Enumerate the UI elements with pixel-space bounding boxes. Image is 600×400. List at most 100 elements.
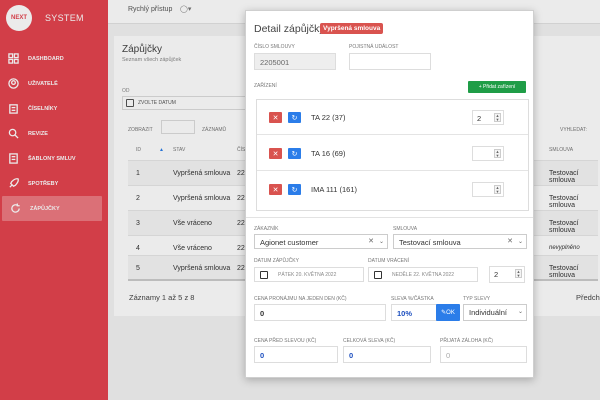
sidebar-item-label: ŠABLONY SMLUV (28, 155, 76, 162)
quantity-stepper[interactable]: 2 ▲ ▼ (472, 110, 504, 125)
stepper-arrows-icon[interactable]: ▲ ▼ (494, 185, 501, 194)
sidebar-item-codebooks[interactable]: ČÍSELNÍKY (0, 96, 108, 121)
prev-page-link[interactable]: Předch (576, 293, 600, 302)
price-before-label: CENA PŘED SLEVOU (KČ) (254, 338, 317, 344)
sidebar-item-label: ČÍSELNÍKY (28, 105, 58, 112)
clear-icon[interactable]: ✕ (368, 237, 374, 245)
sidebar-item-label: ZÁPŮJČKY (30, 205, 60, 212)
calendar-icon (374, 271, 382, 279)
sidebar-item-loans[interactable]: ZÁPŮJČKY (2, 196, 102, 221)
date-to-input[interactable]: NEDĚLE 22. KVĚTNA 2022 (368, 267, 478, 282)
refresh-icon (10, 203, 21, 214)
show-label: ZOBRAZIT (128, 127, 153, 133)
user-menu-icon[interactable]: ◯▾ (180, 5, 191, 13)
page-size-select[interactable] (161, 120, 195, 134)
sidebar-item-label: SPOTŘEBY (28, 180, 59, 187)
contract-no-field: 2205001 (254, 53, 336, 70)
column-contract[interactable]: SMLOUVA (549, 147, 573, 153)
device-name: TA 22 (37) (311, 113, 346, 122)
undo-icon[interactable]: ↻ (288, 148, 301, 159)
insurance-label: POJISTNÁ UDÁLOST (349, 44, 399, 50)
column-id[interactable]: ID (136, 147, 141, 153)
contract-label: SMLOUVA (393, 226, 418, 232)
date-filter-placeholder: ZVOLTE DATUM (138, 100, 176, 106)
sidebar: NEXT SYSTEM DASHBOARD UŽIVATELÉ ČÍSELNÍK… (0, 0, 108, 400)
sort-icon[interactable]: ▲ (159, 147, 164, 153)
calendar-icon (260, 271, 268, 279)
devices-label: ZAŘÍZENÍ (254, 83, 277, 89)
chevron-down-icon: ⌄ (517, 309, 523, 315)
stepper-arrows-icon[interactable]: ▲ ▼ (494, 113, 501, 122)
document-icon (8, 153, 19, 164)
undo-icon[interactable]: ↻ (288, 112, 301, 123)
user-icon (8, 78, 19, 89)
loan-detail-modal: Detail zápůjčky Vypršená smlouva ČÍSLO S… (245, 10, 534, 378)
modal-title: Detail zápůjčky (254, 23, 325, 35)
logo: NEXT (6, 5, 32, 31)
date-from-label: OD (122, 88, 130, 94)
remove-device-button[interactable]: ✕ (269, 112, 282, 123)
search-icon (8, 128, 19, 139)
undo-icon[interactable]: ↻ (288, 184, 301, 195)
customer-select[interactable]: Agionet customer ✕ ⌄ (254, 234, 388, 249)
discount-type-select[interactable]: Individuální ⌄ (463, 304, 527, 321)
date-filter-input[interactable]: ZVOLTE DATUM (122, 96, 262, 110)
total-discount-label: CELKOVÁ SLEVA (KČ) (343, 338, 396, 344)
remove-device-button[interactable]: ✕ (269, 184, 282, 195)
discount-input[interactable]: 10% (391, 304, 437, 321)
price-before-field: 0 (254, 346, 338, 363)
page-title: Zápůjčky (122, 44, 163, 55)
price-input[interactable]: 0 (254, 304, 386, 321)
divider (246, 217, 533, 218)
clear-icon[interactable]: ✕ (507, 237, 513, 245)
insurance-field[interactable] (349, 53, 431, 70)
deposit-input[interactable]: 0 (440, 346, 527, 363)
status-badge: Vypršená smlouva (320, 23, 384, 34)
price-label: CENA PRONÁJMU NA JEDEN DEN (KČ) (254, 296, 347, 302)
quick-access-menu[interactable]: Rychlý přístup (128, 6, 172, 13)
calendar-icon (126, 99, 134, 107)
sidebar-item-label: REVIZE (28, 130, 48, 137)
device-list: ✕ ↻ TA 22 (37) 2 ▲ ▼ ✕ ↻ TA 16 (69) ▲ ▼ ✕ ↻… (256, 99, 529, 211)
contract-no-label: ČÍSLO SMLOUVY (254, 44, 295, 50)
contract-select[interactable]: Testovací smlouva ✕ ⌄ (393, 234, 527, 249)
discount-ok-button[interactable]: ✎ OK (436, 304, 460, 321)
stepper-arrows-icon[interactable]: ▲ ▼ (494, 149, 501, 158)
rocket-icon (8, 178, 19, 189)
sidebar-item-dashboard[interactable]: DASHBOARD (0, 46, 108, 71)
discount-type-label: TYP SLEVY (463, 296, 491, 302)
table-info: Záznamy 1 až 5 z 8 (129, 293, 195, 302)
date-from-input[interactable]: PÁTEK 20. KVĚTNA 2022 (254, 267, 364, 282)
device-name: IMA 111 (161) (311, 185, 357, 194)
device-row: ✕ ↻ TA 22 (37) 2 ▲ ▼ (257, 100, 528, 135)
date-from-label: DATUM ZÁPŮJČKY (254, 258, 299, 264)
search-label: VYHLEDAT: (560, 127, 587, 133)
date-to-label: DATUM VRÁCENÍ (368, 258, 410, 264)
brand: NEXT SYSTEM (0, 0, 108, 36)
device-name: TA 16 (69) (311, 149, 346, 158)
stepper-arrows-icon[interactable]: ▲ ▼ (515, 269, 522, 278)
device-row: ✕ ↻ IMA 111 (161) ▲ ▼ (257, 172, 528, 207)
clipboard-icon (8, 103, 19, 114)
sidebar-item-users[interactable]: UŽIVATELÉ (0, 71, 108, 96)
remove-device-button[interactable]: ✕ (269, 148, 282, 159)
column-stav[interactable]: STAV (173, 147, 185, 153)
device-row: ✕ ↻ TA 16 (69) ▲ ▼ (257, 136, 528, 171)
sidebar-item-label: UŽIVATELÉ (28, 80, 58, 87)
page-subtitle: Seznam všech zápůjček (122, 57, 182, 63)
days-stepper[interactable]: 2 ▲ ▼ (489, 266, 525, 283)
customer-label: ZÁKAZNÍK (254, 226, 279, 232)
chevron-down-icon: ⌄ (517, 239, 523, 245)
quantity-stepper[interactable]: ▲ ▼ (472, 182, 504, 197)
sidebar-item-templates[interactable]: ŠABLONY SMLUV (0, 146, 108, 171)
discount-label: SLEVA %/ČÁSTKA (391, 296, 434, 302)
sidebar-item-revisions[interactable]: REVIZE (0, 121, 108, 146)
add-device-button[interactable]: + Přidat zařízení (468, 81, 526, 93)
deposit-label: PŘIJATÁ ZÁLOHA (KČ) (440, 338, 493, 344)
brand-name: SYSTEM (45, 13, 84, 23)
quantity-stepper[interactable]: ▲ ▼ (472, 146, 504, 161)
sidebar-item-consumption[interactable]: SPOTŘEBY (0, 171, 108, 196)
total-discount-field: 0 (343, 346, 431, 363)
chevron-down-icon: ⌄ (378, 239, 384, 245)
sidebar-item-label: DASHBOARD (28, 55, 64, 62)
